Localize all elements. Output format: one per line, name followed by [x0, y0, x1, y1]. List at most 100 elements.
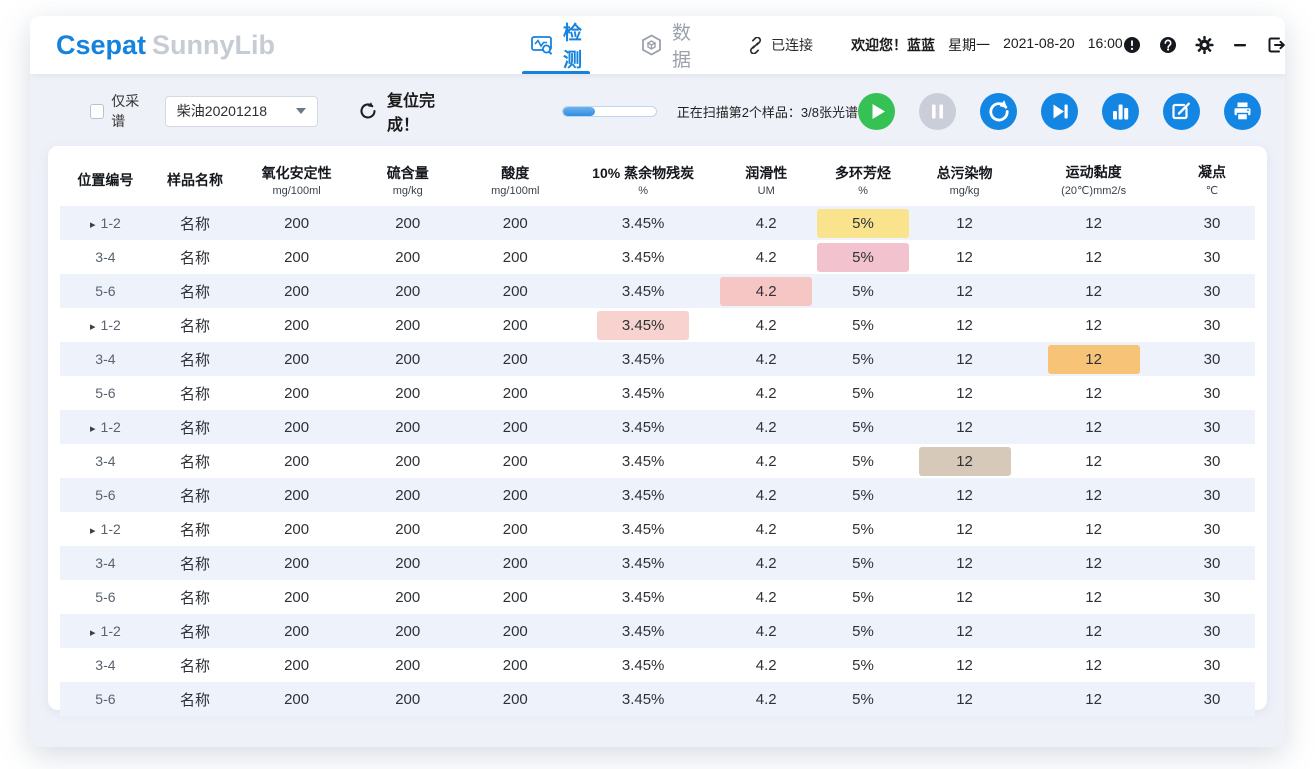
table-row[interactable]: 3-4名称2002002003.45%4.25%121230	[60, 342, 1255, 376]
table-row[interactable]: 3-4名称2002002003.45%4.25%121230	[60, 444, 1255, 478]
sync-button[interactable]	[980, 93, 1017, 130]
skip-next-icon	[1041, 93, 1078, 130]
chart-button[interactable]	[1102, 93, 1139, 130]
expand-arrow-icon[interactable]: ▸	[90, 525, 96, 537]
expand-arrow-icon[interactable]: ▸	[90, 423, 96, 435]
reset-refresh-icon[interactable]	[358, 101, 378, 121]
data-cell: 12	[911, 206, 1019, 240]
data-cell: 200	[462, 410, 570, 444]
data-cell: 200	[354, 410, 462, 444]
table-row[interactable]: ▸1-2名称2002002003.45%4.25%121230	[60, 410, 1255, 444]
data-cell: 30	[1169, 614, 1255, 648]
tab-detect[interactable]: 检测	[530, 16, 582, 74]
acquire-only-checkbox[interactable]: 仅采谱	[90, 91, 151, 131]
position-label: 5-6	[95, 283, 115, 299]
expand-arrow-icon[interactable]: ▸	[90, 219, 96, 231]
skip-next-button[interactable]	[1041, 93, 1078, 130]
position-cell[interactable]: 3-4	[60, 240, 151, 274]
sample-dropdown-value: 柴油20201218	[177, 101, 267, 121]
expand-arrow-icon[interactable]: ▸	[90, 627, 96, 639]
data-cell: 名称	[151, 308, 239, 342]
info-icon[interactable]	[1123, 36, 1142, 55]
data-cell: 名称	[151, 206, 239, 240]
data-cell: 4.2	[717, 444, 815, 478]
help-icon[interactable]	[1159, 36, 1178, 55]
position-cell[interactable]: 3-4	[60, 342, 151, 376]
table-row[interactable]: 3-4名称2002002003.45%4.25%121230	[60, 648, 1255, 682]
print-button[interactable]	[1224, 93, 1261, 130]
column-header: 酸度mg/100ml	[462, 154, 570, 206]
pause-button[interactable]	[919, 93, 956, 130]
position-cell[interactable]: 5-6	[60, 274, 151, 308]
reset-status-label: 复位完成！	[387, 87, 462, 135]
data-cell: 4.2	[717, 682, 815, 716]
data-cell: 200	[354, 274, 462, 308]
position-cell[interactable]: 5-6	[60, 682, 151, 716]
data-cell: 3.45%	[569, 444, 717, 478]
table-row[interactable]: 3-4名称2002002003.45%4.25%121230	[60, 240, 1255, 274]
data-cell: 200	[239, 614, 354, 648]
table-row[interactable]: 5-6名称2002002003.45%4.25%121230	[60, 580, 1255, 614]
position-cell[interactable]: 3-4	[60, 444, 151, 478]
chevron-down-icon	[296, 108, 306, 114]
position-cell[interactable]: ▸1-2	[60, 410, 151, 444]
data-cell: 12	[1018, 308, 1169, 342]
data-cell: 5%	[815, 410, 911, 444]
export-button[interactable]	[1163, 93, 1200, 130]
data-cell: 30	[1169, 444, 1255, 478]
position-label: 5-6	[95, 589, 115, 605]
table-row[interactable]: ▸1-2名称2002002003.45%4.25%121230	[60, 206, 1255, 240]
data-cell: 200	[354, 546, 462, 580]
table-row[interactable]: ▸1-2名称2002002003.45%4.25%121230	[60, 308, 1255, 342]
data-cell: 200	[462, 240, 570, 274]
position-label: 5-6	[95, 487, 115, 503]
highlighted-value: 12	[1048, 345, 1140, 374]
position-cell[interactable]: ▸1-2	[60, 308, 151, 342]
table-row[interactable]: 5-6名称2002002003.45%4.25%121230	[60, 376, 1255, 410]
data-cell: 名称	[151, 580, 239, 614]
data-cell: 12	[1018, 512, 1169, 546]
data-cell: 200	[462, 648, 570, 682]
data-cell: 12	[911, 376, 1019, 410]
table-row[interactable]: 5-6名称2002002003.45%4.25%121230	[60, 682, 1255, 716]
checkbox-box[interactable]	[90, 104, 104, 119]
position-cell[interactable]: 3-4	[60, 648, 151, 682]
position-cell[interactable]: ▸ 1-2	[60, 614, 151, 648]
weekday-label: 星期一	[948, 35, 990, 55]
table-row[interactable]: 3-4名称2002002003.45%4.25%121230	[60, 546, 1255, 580]
data-cell: 4.2	[717, 648, 815, 682]
table-row[interactable]: ▸1-2名称2002002003.45%4.25%121230	[60, 614, 1255, 648]
table-row[interactable]: 5-6名称2002002003.45%4.25%121230	[60, 274, 1255, 308]
settings-gear-icon[interactable]	[1195, 36, 1214, 55]
position-cell[interactable]: ▸1-2	[60, 206, 151, 240]
data-cell: 5%	[815, 240, 911, 274]
sample-dropdown[interactable]: 柴油20201218	[165, 96, 318, 127]
data-cell: 200	[354, 444, 462, 478]
table-row[interactable]: 5-6名称2002002003.45%4.25%121230	[60, 478, 1255, 512]
data-cell: 200	[354, 376, 462, 410]
position-cell[interactable]: 5-6	[60, 478, 151, 512]
data-cell: 3.45%	[569, 682, 717, 716]
position-cell[interactable]: 5-6	[60, 376, 151, 410]
position-cell[interactable]: ▸1-2	[60, 512, 151, 546]
expand-arrow-icon[interactable]: ▸	[90, 321, 96, 333]
column-header: 总污染物mg/kg	[911, 154, 1019, 206]
position-cell[interactable]: 5-6	[60, 580, 151, 614]
tab-data[interactable]: 数据	[640, 16, 691, 74]
exit-icon[interactable]	[1267, 36, 1285, 55]
table-row[interactable]: ▸1-2名称2002002003.45%4.25%121230	[60, 512, 1255, 546]
position-label: 3-4	[95, 249, 115, 265]
data-cell: 5%	[815, 478, 911, 512]
data-cell: 200	[239, 648, 354, 682]
scan-status-text: 正在扫描第2个样品：3/8张光谱	[677, 102, 858, 121]
data-cell: 3.45%	[569, 376, 717, 410]
data-cell: 4.2	[717, 580, 815, 614]
data-cell: 名称	[151, 546, 239, 580]
minimize-icon[interactable]	[1231, 36, 1250, 55]
data-cell: 3.45%	[569, 274, 717, 308]
data-cell: 3.45%	[569, 308, 717, 342]
start-button[interactable]	[858, 93, 895, 130]
position-cell[interactable]: 3-4	[60, 546, 151, 580]
data-cell: 200	[354, 682, 462, 716]
position-label: 1-2	[101, 623, 121, 639]
